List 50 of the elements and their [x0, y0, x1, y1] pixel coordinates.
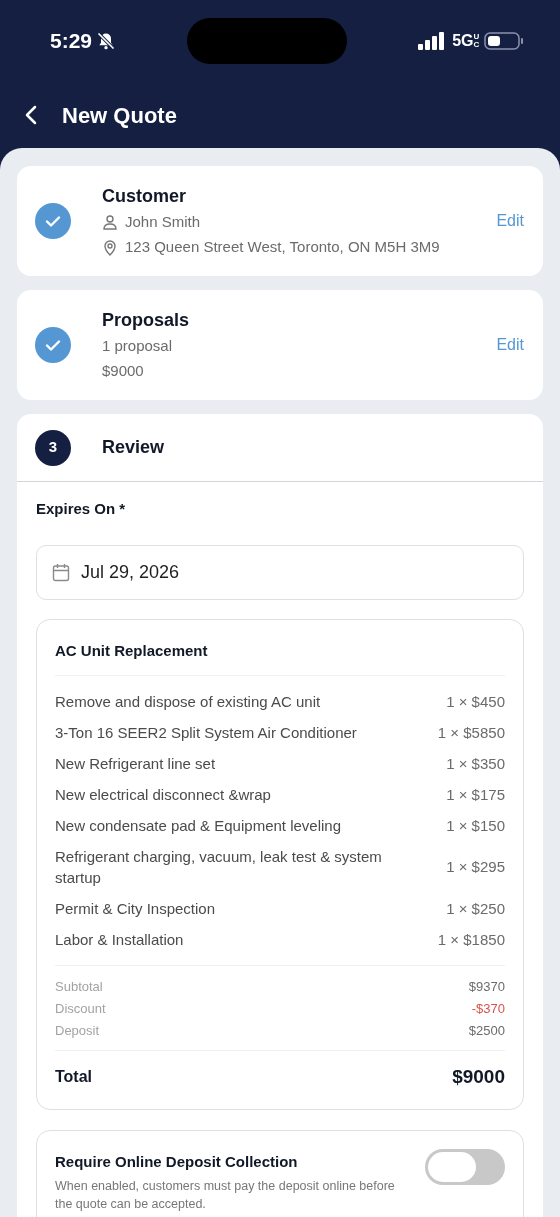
line-item-amount: 1 × $175 — [446, 784, 505, 805]
step-title: Proposals — [102, 309, 191, 332]
step-detail: 123 Queen Street West, Toronto, ON M5H 3M9 — [125, 237, 440, 257]
step-detail: $9000 — [102, 361, 144, 381]
network-suffix: UC — [473, 33, 478, 49]
step-detail: 1 proposal — [102, 336, 173, 356]
step-number: 3 — [35, 429, 71, 466]
line-item-description: 3-Ton 16 SEER2 Split System Air Conditioner — [55, 722, 357, 743]
network-type: 5G — [452, 31, 474, 51]
line-item-description: Refrigerant charging, vacuum, leak test & system startup — [55, 846, 383, 888]
line-item-amount: 1 × $250 — [446, 898, 505, 919]
total-value: $9000 — [452, 1064, 505, 1089]
total-label: Total — [55, 1066, 93, 1087]
setting-title: Require Online Deposit Collection — [55, 1152, 299, 1172]
summary-value: $2500 — [468, 1021, 505, 1040]
line-item-amount: 1 × $450 — [446, 691, 505, 712]
line-item-description: New condensate pad & Equipment leveling — [55, 815, 342, 836]
line-item-amount: 1 × $295 — [446, 857, 505, 877]
step-detail: John Smith — [125, 212, 201, 232]
proposal-title: AC Unit Replacement — [55, 640, 505, 676]
line-item-amount: 1 × $350 — [446, 753, 505, 774]
line-item-amount: 1 × $5850 — [437, 722, 505, 743]
muted-bell-icon — [96, 31, 117, 51]
line-item-description: Permit & City Inspection — [55, 898, 216, 919]
step-title: Review — [102, 436, 165, 459]
line-item-description: New electrical disconnect &wrap — [55, 784, 271, 805]
page-title: New Quote — [62, 101, 177, 130]
location-pin-icon — [102, 238, 118, 256]
summary-label: Deposit — [55, 1021, 100, 1040]
toggle-switch[interactable] — [425, 1149, 505, 1185]
edit-link[interactable]: Edit — [496, 333, 524, 357]
date-field[interactable]: Jul 29, 2026 — [36, 545, 524, 600]
setting-description: When enabled, customers must pay the deposit online before the quote can be accepted. — [55, 1177, 396, 1213]
line-item-description: Labor & Installation — [55, 929, 184, 950]
summary-label: Discount — [55, 999, 106, 1018]
step-title: Customer — [102, 185, 187, 208]
summary-value: -$370 — [471, 999, 505, 1018]
summary-label: Subtotal — [55, 977, 103, 996]
line-item-description: New Refrigerant line set — [55, 753, 216, 774]
field-label: Expires On * — [36, 499, 127, 519]
battery-icon — [484, 31, 524, 51]
person-icon — [102, 214, 118, 230]
summary-value: $9370 — [468, 977, 505, 996]
signal-icon — [418, 32, 447, 50]
line-item-amount: 1 × $150 — [446, 815, 505, 836]
line-item-amount: 1 × $1850 — [437, 929, 505, 950]
status-time: 5:29 — [50, 28, 93, 55]
line-item-description: Remove and dispose of existing AC unit — [55, 691, 321, 712]
calendar-icon — [52, 563, 70, 582]
edit-link[interactable]: Edit — [496, 209, 524, 233]
